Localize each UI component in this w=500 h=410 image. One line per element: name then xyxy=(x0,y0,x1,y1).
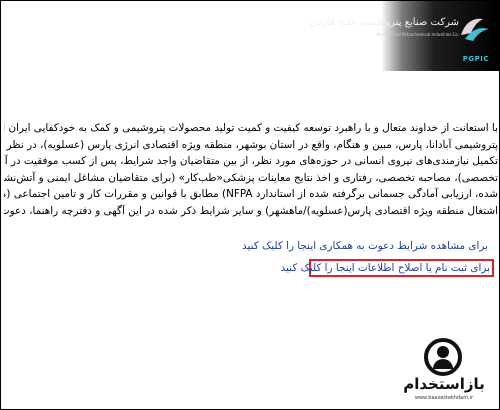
logo-title: شرکت صنایع پتروشیمی خلیج فارس xyxy=(309,17,459,28)
pgpic-logo-icon xyxy=(461,18,489,41)
announcement-line: اشتغال منطقه ویژه اقتصادی پارس(عسلویه)/م… xyxy=(4,204,498,217)
watermark-url: www.baazestekhdam.ir xyxy=(414,395,474,401)
avatar-head xyxy=(437,346,449,358)
watermark-text: بازاستخدام xyxy=(403,375,485,393)
watermark: بازاستخدام www.baazestekhdam.ir xyxy=(402,338,486,404)
logo-abbreviation: PGPIC xyxy=(462,55,489,63)
announcement-line: شده، ارزیابی آمادگی جسمانی برگرفته شده ا… xyxy=(4,188,498,200)
link-list: برای مشاهده شرایط دعوت به همکاری اینجا ر… xyxy=(108,238,488,254)
announcement-text: با استعانت از خداوند متعال و با راهبرد ت… xyxy=(4,120,498,219)
announcement-line: تخصصی)، مصاحبه تخصصی، رفتاری و اخذ نتایج… xyxy=(4,171,498,184)
register-link-wrap: برای ثبت نام یا اصلاح اطلاعات اینجا را ک… xyxy=(281,260,490,276)
register-link[interactable]: برای ثبت نام یا اصلاح اطلاعات اینجا را ک… xyxy=(281,260,490,276)
announcement-line: با استعانت از خداوند متعال و با راهبرد ت… xyxy=(4,122,498,134)
announcement-line: پتروشیمی آبادانا، پارس، مبین و هنگام، وا… xyxy=(4,138,498,151)
header-banner: شرکت صنایع پتروشیمی خلیج فارس Persian Gu… xyxy=(1,1,499,71)
announcement-line: تکمیل نیازمندی‌های نیروی انسانی در حوزه‌… xyxy=(4,155,498,167)
header-dark-band: شرکت صنایع پتروشیمی خلیج فارس Persian Gu… xyxy=(310,1,499,71)
terms-link[interactable]: برای مشاهده شرایط دعوت به همکاری اینجا ر… xyxy=(108,238,488,254)
company-logo: شرکت صنایع پتروشیمی خلیج فارس Persian Gu… xyxy=(310,5,493,67)
logo-subtitle: Persian Gulf Petrochemical Industries Co… xyxy=(376,32,459,37)
